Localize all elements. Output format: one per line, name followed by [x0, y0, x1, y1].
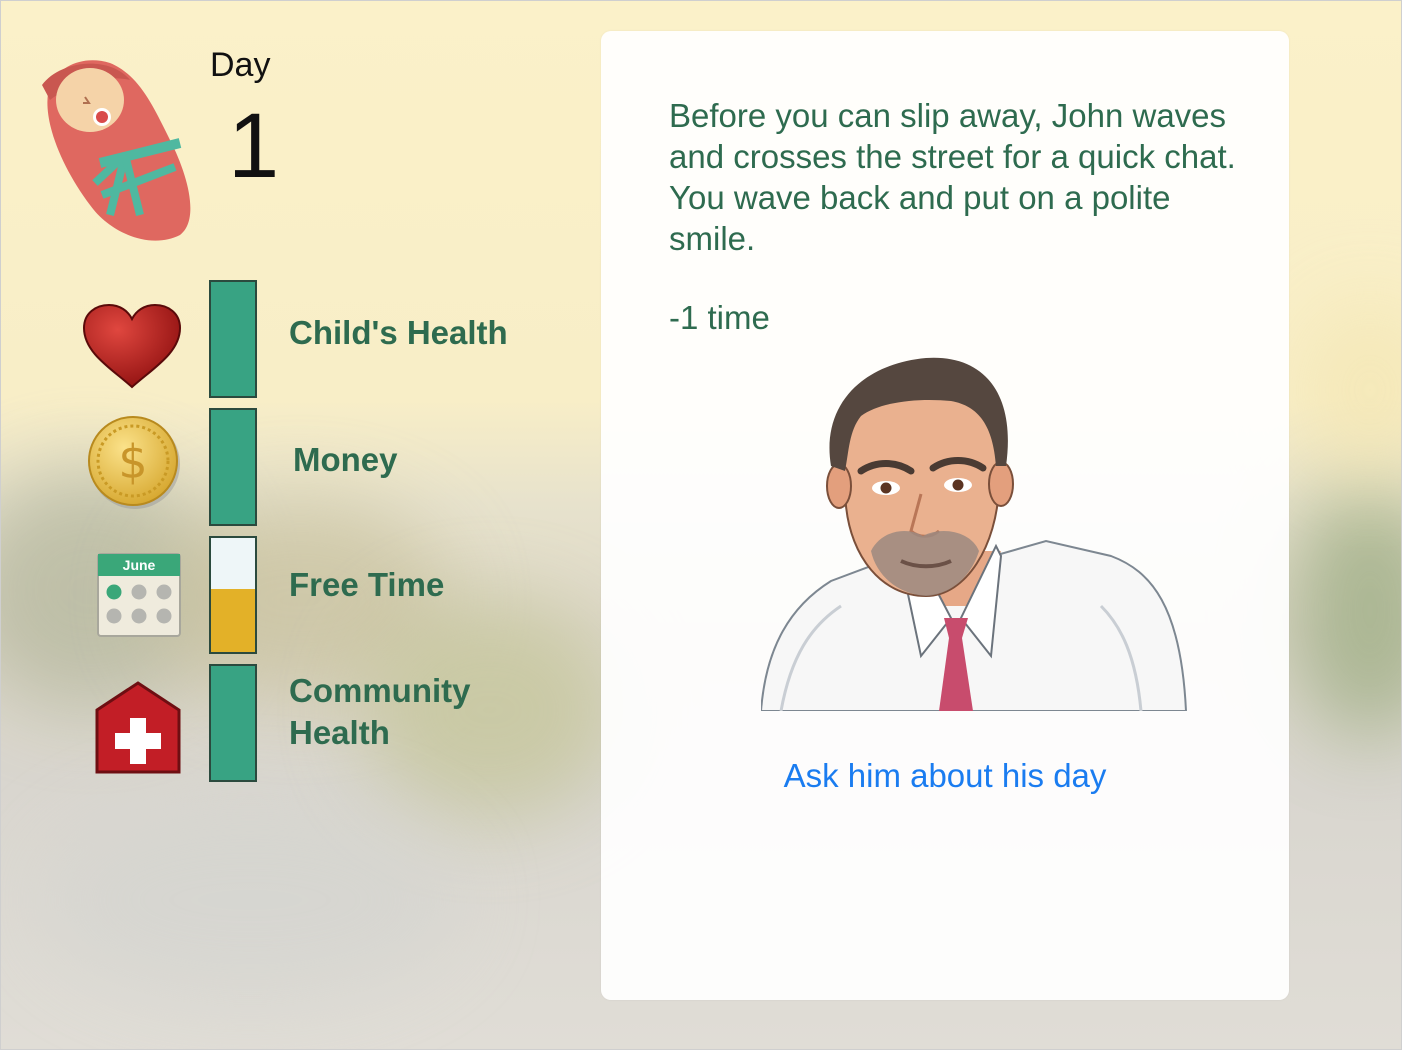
- community-health-bar-fill: [211, 666, 255, 780]
- hospital-icon: [93, 680, 183, 781]
- svg-text:$: $: [118, 435, 147, 489]
- day-number: 1: [228, 95, 280, 197]
- story-text: Before you can slip away, John waves and…: [669, 97, 1236, 257]
- community-health-label-line1: Community: [289, 672, 471, 709]
- childs-health-bar: [209, 280, 257, 398]
- baby-icon: [30, 55, 200, 250]
- money-bar: [209, 408, 257, 526]
- calendar-icon: June: [96, 550, 182, 643]
- calendar-month: June: [123, 557, 156, 573]
- childs-health-bar-fill: [211, 282, 255, 396]
- free-time-label: Free Time: [289, 566, 445, 603]
- john-portrait: [759, 356, 1191, 712]
- community-health-label: Community Health: [289, 670, 471, 754]
- cost-text: -1 time: [669, 299, 770, 336]
- day-label: Day: [210, 46, 271, 84]
- community-health-bar: [209, 664, 257, 782]
- heart-icon: [82, 303, 182, 394]
- childs-health-label: Child's Health: [289, 314, 508, 351]
- story-card: Before you can slip away, John waves and…: [601, 31, 1289, 1000]
- money-label: Money: [293, 441, 398, 478]
- coin-icon: $: [88, 416, 182, 515]
- free-time-bar-fill: [211, 589, 255, 652]
- community-health-label-line2: Health: [289, 714, 390, 751]
- ask-about-day-button[interactable]: Ask him about his day: [601, 757, 1289, 795]
- free-time-bar: [209, 536, 257, 654]
- money-bar-fill: [211, 410, 255, 524]
